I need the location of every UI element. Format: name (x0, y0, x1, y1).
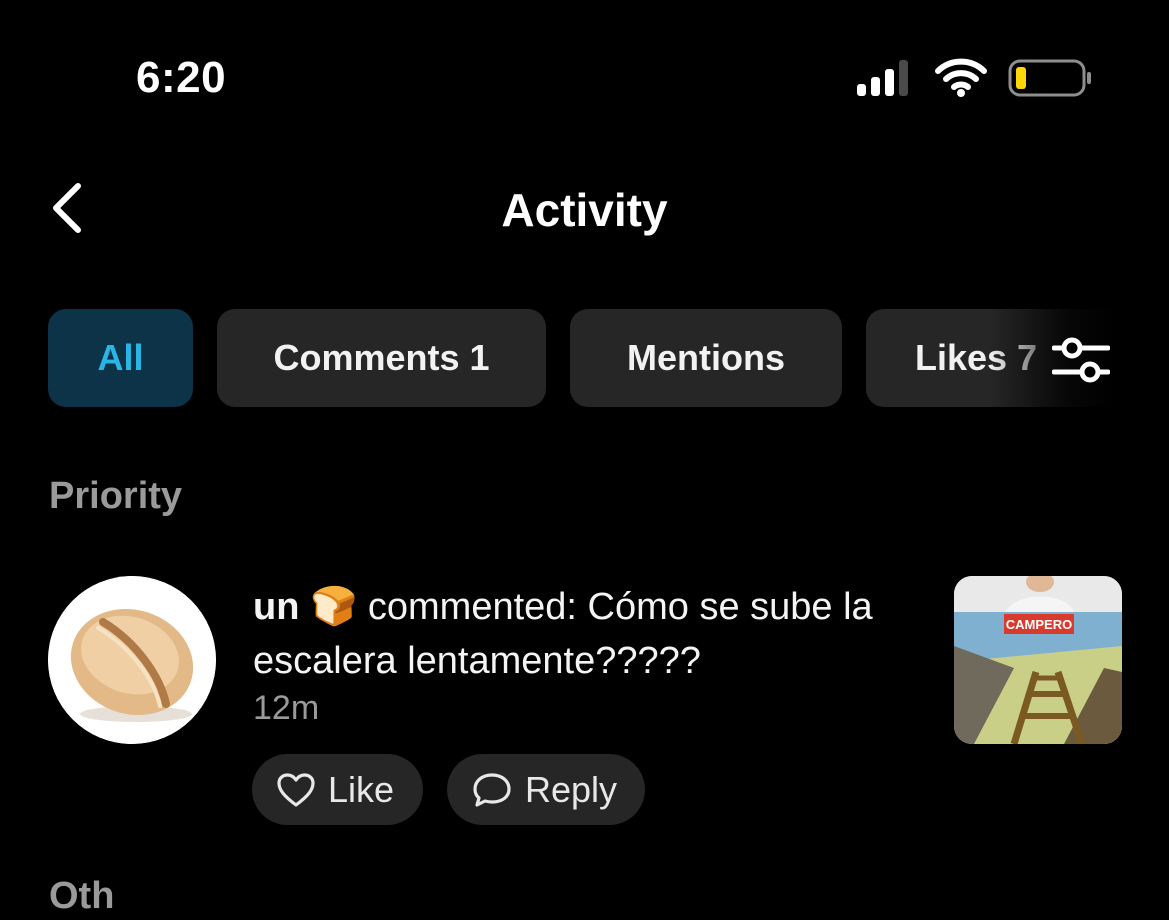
status-time: 6:20 (136, 53, 227, 102)
cellular-signal-icon (857, 60, 908, 96)
speech-bubble-icon (473, 772, 511, 807)
activity-text: un 🍞 commented: Cómo se sube la escalera… (253, 580, 933, 688)
filter-sliders-icon[interactable] (1052, 330, 1110, 390)
like-button[interactable]: Like (252, 754, 423, 825)
thumbnail-caption: CAMPERO (1006, 617, 1072, 632)
reply-button[interactable]: Reply (447, 754, 645, 825)
wifi-icon (935, 58, 987, 97)
bread-emoji: 🍞 (310, 586, 358, 628)
heart-icon (277, 772, 315, 807)
tab-comments[interactable]: Comments 1 (217, 309, 546, 407)
thumbnail-image: CAMPERO (954, 576, 1122, 744)
reply-label: Reply (525, 768, 618, 810)
section-heading-priority: Priority (49, 475, 183, 517)
video-thumbnail[interactable]: CAMPERO (954, 576, 1122, 744)
avatar[interactable] (48, 576, 216, 744)
like-label: Like (328, 768, 395, 810)
page-title: Activity (501, 184, 668, 236)
username[interactable]: un (253, 586, 299, 628)
tab-mentions[interactable]: Mentions (570, 309, 842, 407)
bread-roll-image (48, 576, 216, 744)
timestamp: 12m (253, 689, 320, 727)
tab-all[interactable]: All (48, 309, 193, 407)
battery-low-icon (1008, 59, 1091, 97)
section-heading-other: Oth (49, 875, 115, 917)
